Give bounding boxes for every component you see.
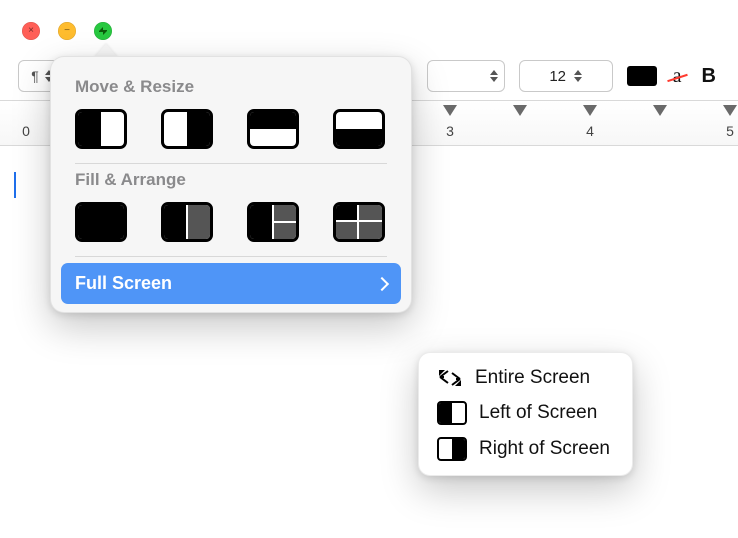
window-controls: × − (22, 22, 112, 40)
font-size-value: 12 (549, 68, 566, 85)
submenu-left-of-screen[interactable]: Left of Screen (427, 395, 624, 431)
ruler-tab-stop[interactable] (513, 105, 527, 116)
section-title-move-resize: Move & Resize (51, 71, 411, 103)
full-screen-submenu: Entire Screen Left of Screen Right of Sc… (418, 352, 633, 476)
submenu-label: Left of Screen (479, 402, 597, 424)
bold-button[interactable]: B (698, 65, 720, 88)
tile-two-up-left[interactable] (161, 202, 213, 242)
left-half-icon (437, 401, 467, 425)
toolbar-right: 12 a B (427, 56, 720, 96)
ruler-number: 3 (446, 123, 454, 139)
text-cursor (14, 172, 16, 198)
tile-right-half[interactable] (161, 109, 213, 149)
submenu-label: Entire Screen (475, 367, 590, 389)
ruler-number: 5 (726, 123, 734, 139)
submenu-entire-screen[interactable]: Entire Screen (427, 361, 624, 395)
tile-three-up-left[interactable] (247, 202, 299, 242)
ruler-tab-stop[interactable] (443, 105, 457, 116)
ruler-tab-stop[interactable] (723, 105, 737, 116)
ruler-tab-stop[interactable] (653, 105, 667, 116)
chevron-right-icon (375, 276, 389, 290)
section-title-fill-arrange: Fill & Arrange (51, 164, 411, 196)
font-family-select[interactable] (427, 60, 505, 92)
ruler-tab-stop[interactable] (583, 105, 597, 116)
full-screen-menu-item[interactable]: Full Screen (61, 263, 401, 304)
window-minimize-button[interactable]: − (58, 22, 76, 40)
tile-fill[interactable] (75, 202, 127, 242)
move-resize-row (51, 103, 411, 163)
fill-arrange-row (51, 196, 411, 256)
window-tiling-popover: Move & Resize Fill & Arrange Full Screen (50, 56, 412, 313)
window-close-button[interactable]: × (22, 22, 40, 40)
tile-left-half[interactable] (75, 109, 127, 149)
window-zoom-button[interactable] (94, 22, 112, 40)
popover-separator-2 (75, 256, 387, 257)
submenu-right-of-screen[interactable]: Right of Screen (427, 431, 624, 467)
tile-quadrants[interactable] (333, 202, 385, 242)
tile-bottom-half[interactable] (333, 109, 385, 149)
font-size-select[interactable]: 12 (519, 60, 613, 92)
tile-top-half[interactable] (247, 109, 299, 149)
strikethrough-color-button[interactable]: a (671, 65, 684, 88)
right-half-icon (437, 437, 467, 461)
submenu-label: Right of Screen (479, 438, 610, 460)
ruler-number: 4 (586, 123, 594, 139)
text-color-swatch[interactable] (627, 66, 657, 86)
full-screen-label: Full Screen (75, 273, 172, 294)
expand-arrows-icon (437, 368, 463, 388)
ruler-number: 0 (22, 123, 30, 139)
